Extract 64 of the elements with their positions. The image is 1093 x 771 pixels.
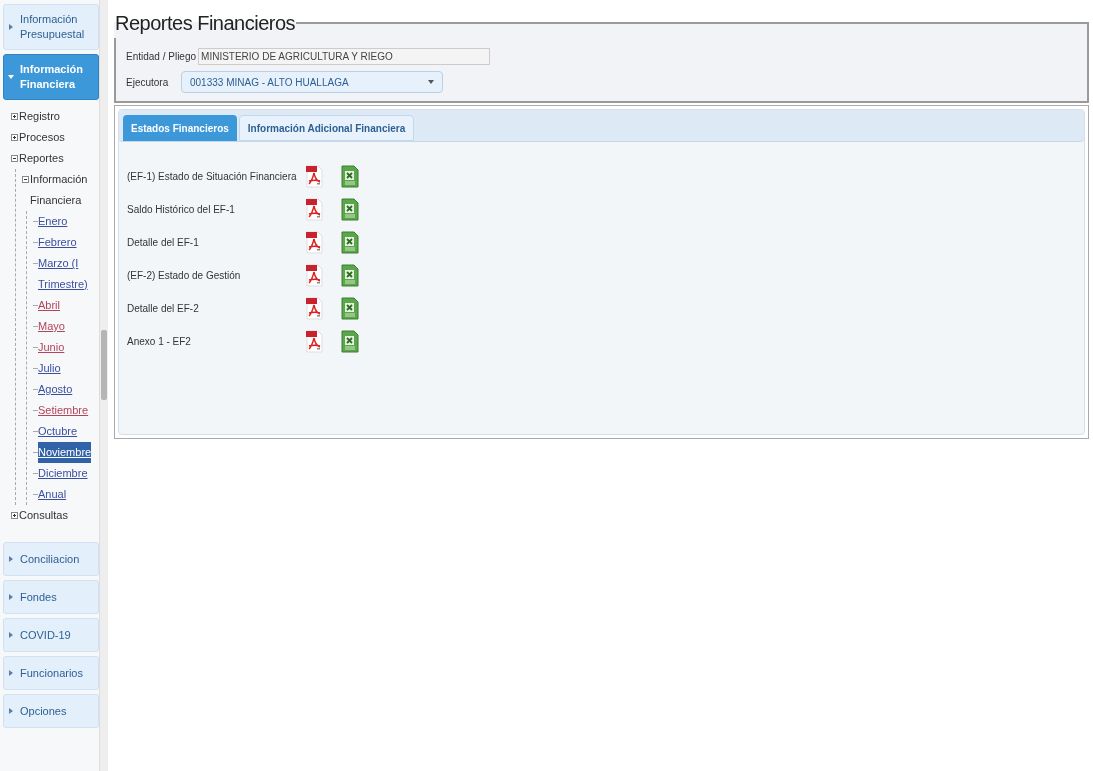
spreadsheet-icon[interactable]	[341, 197, 359, 221]
caret-right-icon	[8, 24, 14, 30]
input-field[interactable]: MINISTERIO DE AGRICULTURA Y RIEGO	[198, 48, 491, 65]
report-label: Detalle del EF-2	[127, 301, 200, 316]
tree-link[interactable]: Octubre	[38, 421, 78, 442]
pdf-icon[interactable]	[305, 296, 323, 320]
caret-right-icon	[8, 632, 14, 638]
spreadsheet-icon[interactable]	[341, 263, 359, 287]
pdf-icon[interactable]	[305, 329, 323, 353]
tree-link[interactable]: Marzo (I Trimestre)	[38, 253, 99, 295]
tree-folder[interactable]: Procesos	[19, 127, 65, 148]
spreadsheet-icon[interactable]	[341, 329, 359, 353]
tree-link[interactable]: Febrero	[38, 232, 77, 253]
tree-folder[interactable]: Registro	[19, 106, 60, 127]
report-label: Detalle del EF-1	[127, 235, 200, 250]
tree-link[interactable]: Noviembre	[38, 442, 92, 463]
accordion-header[interactable]: Información Financiera	[3, 54, 99, 100]
caret-right-icon	[8, 594, 14, 600]
spreadsheet-icon[interactable]	[341, 296, 359, 320]
expand-icon[interactable]	[11, 134, 18, 141]
caret-right-icon	[8, 708, 14, 714]
expand-icon[interactable]	[11, 512, 18, 519]
accordion-header[interactable]: Opciones	[3, 694, 99, 728]
tree-link[interactable]: Junio	[38, 337, 65, 358]
report-label: Anexo 1 - EF2	[127, 334, 192, 349]
tree-link[interactable]: Abril	[38, 295, 60, 316]
accordion-header[interactable]: Fondes	[3, 580, 99, 614]
pdf-icon[interactable]	[305, 230, 323, 254]
expand-icon[interactable]	[11, 113, 18, 120]
caret-right-icon	[8, 556, 14, 562]
tree-link[interactable]: Diciembre	[38, 463, 88, 484]
accordion-header[interactable]: Información Presupuestal	[3, 4, 99, 50]
report-label: (EF-1) Estado de Situación Financiera	[127, 169, 298, 184]
tree-folder[interactable]: Información Financiera	[30, 169, 99, 211]
accordion-header[interactable]: Funcionarios	[3, 656, 99, 690]
field-label: Entidad / Pliego	[126, 50, 197, 64]
dropdown-caret-icon[interactable]	[428, 80, 434, 84]
accordion-header[interactable]: COVID-19	[3, 618, 99, 652]
select-field[interactable]: 001333 MINAG - ALTO HUALLAGA	[181, 71, 443, 93]
collapse-icon[interactable]	[11, 155, 18, 162]
caret-right-icon	[8, 670, 14, 676]
report-label: (EF-2) Estado de Gestión	[127, 268, 242, 283]
field-label: Ejecutora	[126, 75, 170, 90]
pdf-icon[interactable]	[305, 164, 323, 188]
pdf-icon[interactable]	[305, 197, 323, 221]
tree-link[interactable]: Mayo	[38, 316, 65, 337]
collapse-icon[interactable]	[22, 176, 29, 183]
accordion-header[interactable]: Conciliacion	[3, 542, 99, 576]
tree-link[interactable]: Agosto	[38, 379, 73, 400]
scrollbar[interactable]	[100, 0, 108, 771]
page-title: Reportes Financieros	[114, 11, 297, 36]
tree-link[interactable]: Enero	[38, 211, 68, 232]
tree-folder[interactable]: Consultas	[19, 505, 68, 526]
tab[interactable]: Información Adicional Financiera	[238, 115, 415, 141]
tree-link[interactable]: Julio	[38, 358, 61, 379]
spreadsheet-icon[interactable]	[341, 164, 359, 188]
caret-down-icon	[8, 74, 14, 80]
tree-link[interactable]: Setiembre	[38, 400, 89, 421]
tree-folder[interactable]: Reportes	[19, 148, 64, 169]
report-label: Saldo Histórico del EF-1	[127, 202, 236, 217]
tab[interactable]: Estados Financieros	[123, 115, 237, 141]
tree-link[interactable]: Anual	[38, 484, 67, 505]
pdf-icon[interactable]	[305, 263, 323, 287]
spreadsheet-icon[interactable]	[341, 230, 359, 254]
